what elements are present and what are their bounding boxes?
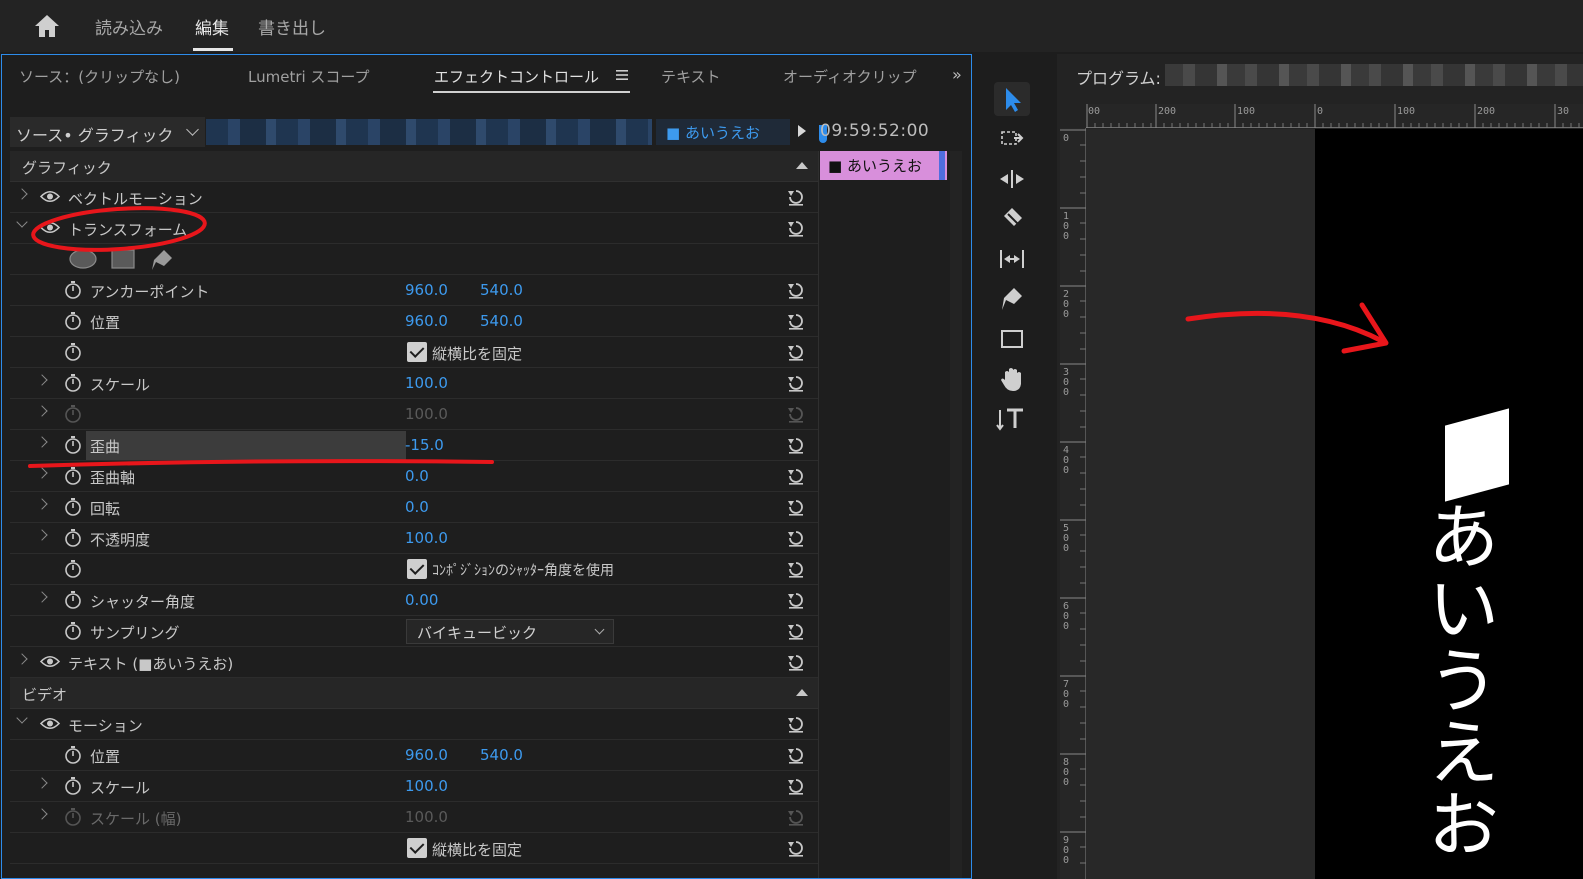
- ruler-h-label: 200: [1477, 106, 1496, 117]
- ruler-h-label: 30: [1557, 106, 1570, 117]
- selection-tool-icon[interactable]: [994, 82, 1030, 116]
- track-select-tool-icon[interactable]: [994, 122, 1030, 156]
- ruler-v-label: 700: [1063, 679, 1070, 710]
- ruler-h-label: 100: [1237, 106, 1256, 117]
- ruler-h-label: 100: [1397, 106, 1416, 117]
- ruler-v-label: 600: [1063, 601, 1070, 632]
- razor-tool-icon[interactable]: [994, 202, 1030, 236]
- ruler-h-label: 0: [1317, 106, 1324, 117]
- ruler-v-label: 0: [1063, 133, 1070, 144]
- tools-panel: [978, 54, 1048, 879]
- ruler-h-label: 200: [1158, 106, 1177, 117]
- transform-circle-annotation: [31, 206, 207, 252]
- pen-tool-icon[interactable]: [994, 282, 1030, 316]
- rectangle-tool-icon[interactable]: [994, 322, 1030, 356]
- skew-underline-annotation: [28, 459, 494, 468]
- vertical-ruler: 0 100 200 300 400 500 600 700 800 900: [1060, 128, 1086, 879]
- ruler-h-label: 00: [1088, 106, 1101, 117]
- tab-edit[interactable]: 編集: [195, 14, 229, 39]
- slip-tool-icon[interactable]: [994, 242, 1030, 276]
- ruler-v-label: 100: [1063, 211, 1070, 242]
- program-canvas[interactable]: あいうえお: [1086, 129, 1583, 879]
- effect-controls-panel: ソース：(クリップなし) Lumetri スコープ エフェクトコントロール テキ…: [1, 54, 972, 879]
- program-monitor: プログラム: 00 200 100 0 100 200 30 0 100 200…: [1057, 54, 1583, 879]
- ruler-v-label: 200: [1063, 289, 1070, 320]
- ruler-v-label: 900: [1063, 835, 1070, 866]
- vertical-type-tool-icon[interactable]: [994, 402, 1030, 436]
- tab-import[interactable]: 読み込み: [95, 14, 163, 39]
- red-arrow-annotation: [1185, 302, 1389, 354]
- ruler-v-label: 800: [1063, 757, 1070, 788]
- red-annotations: [28, 206, 494, 468]
- blurred-sequence-name: [1165, 64, 1583, 86]
- program-title: プログラム:: [1076, 69, 1161, 88]
- tab-export[interactable]: 書き出し: [258, 14, 326, 39]
- ruler-v-label: 300: [1063, 367, 1070, 398]
- ruler-v-label: 500: [1063, 523, 1070, 554]
- workspace-bar: 読み込み 編集 書き出し: [0, 0, 1583, 52]
- horizontal-ruler: 00 200 100 0 100 200 30: [1086, 104, 1583, 128]
- hand-tool-icon[interactable]: [994, 362, 1030, 396]
- ruler-v-label: 400: [1063, 445, 1070, 476]
- active-tab-underline: [193, 48, 233, 51]
- ripple-edit-tool-icon[interactable]: [994, 162, 1030, 196]
- home-icon[interactable]: [33, 12, 61, 40]
